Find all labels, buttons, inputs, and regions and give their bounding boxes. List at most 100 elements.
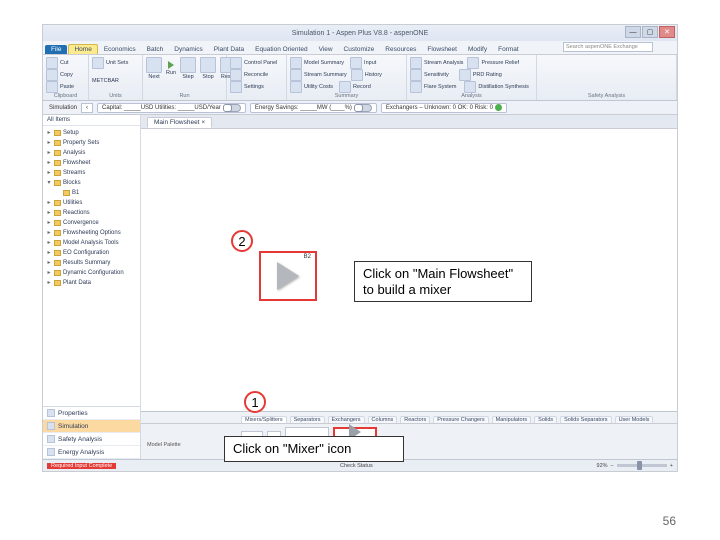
nav-energy-analysis[interactable]: Energy Analysis bbox=[43, 446, 140, 459]
tree-item-dynamic-configuration[interactable]: ▸Dynamic Configuration bbox=[43, 268, 140, 278]
copy-icon[interactable] bbox=[46, 69, 58, 81]
tab-eq-oriented[interactable]: Equation Oriented bbox=[250, 45, 312, 54]
next-button[interactable]: Next bbox=[146, 57, 162, 80]
search-exchange-input[interactable]: Search aspenONE Exchange bbox=[563, 42, 653, 52]
expand-icon[interactable]: ▸ bbox=[46, 128, 52, 138]
palette-tab-exchangers[interactable]: Exchangers bbox=[328, 416, 365, 423]
expand-icon[interactable]: ▸ bbox=[46, 158, 52, 168]
tree-item-flowsheeting-options[interactable]: ▸Flowsheeting Options bbox=[43, 228, 140, 238]
group-clipboard-caption: Clipboard bbox=[46, 93, 85, 99]
energy-pill[interactable]: Energy Savings: _____MW (____%) bbox=[250, 103, 377, 113]
paste-icon[interactable] bbox=[46, 81, 58, 93]
run-button[interactable]: Run bbox=[166, 61, 176, 76]
settings-icon[interactable] bbox=[230, 81, 242, 93]
control-panel-icon[interactable] bbox=[230, 57, 242, 69]
palette-tab-columns[interactable]: Columns bbox=[368, 416, 398, 423]
palette-tab-pressure-changers[interactable]: Pressure Changers bbox=[433, 416, 488, 423]
tree-item-eo-configuration[interactable]: ▸EO Configuration bbox=[43, 248, 140, 258]
tree-item-reactions[interactable]: ▸Reactions bbox=[43, 208, 140, 218]
expand-icon[interactable]: ▸ bbox=[46, 168, 52, 178]
expand-icon[interactable]: ▸ bbox=[46, 278, 52, 288]
energy-toggle[interactable] bbox=[354, 104, 372, 112]
annotation-flowsheet-block: B2 bbox=[259, 251, 317, 301]
tree-item-blocks[interactable]: ▾Blocks bbox=[43, 178, 140, 188]
expand-icon[interactable]: ▾ bbox=[46, 178, 52, 188]
tab-economics[interactable]: Economics bbox=[99, 45, 141, 54]
input-icon[interactable] bbox=[350, 57, 362, 69]
sensitivity-icon[interactable] bbox=[410, 69, 422, 81]
expand-icon[interactable]: ▸ bbox=[46, 138, 52, 148]
tab-dynamics[interactable]: Dynamics bbox=[169, 45, 208, 54]
nav-properties[interactable]: Properties bbox=[43, 407, 140, 420]
stream-summary-icon[interactable] bbox=[290, 69, 302, 81]
tab-resources[interactable]: Resources bbox=[380, 45, 421, 54]
palette-tab-separators[interactable]: Separators bbox=[290, 416, 325, 423]
unit-sets-icon[interactable] bbox=[92, 57, 104, 69]
step-button[interactable]: Step bbox=[180, 57, 196, 80]
palette-tab-solids[interactable]: Solids bbox=[534, 416, 557, 423]
tree-item-model-analysis-tools[interactable]: ▸Model Analysis Tools bbox=[43, 238, 140, 248]
reconcile-icon[interactable] bbox=[230, 69, 242, 81]
expand-icon[interactable]: ▸ bbox=[46, 268, 52, 278]
exchangers-pill[interactable]: Exchangers – Unknown: 0 OK: 0 Risk: 0 bbox=[381, 103, 507, 113]
nav-back-button[interactable]: ‹ bbox=[81, 103, 93, 113]
nav-simulation[interactable]: Simulation bbox=[43, 420, 140, 433]
utility-costs-icon[interactable] bbox=[290, 81, 302, 93]
tab-customize[interactable]: Customize bbox=[339, 45, 380, 54]
expand-icon[interactable]: ▸ bbox=[46, 238, 52, 248]
expand-icon[interactable]: ▸ bbox=[46, 258, 52, 268]
main-flowsheet-tab[interactable]: Main Flowsheet × bbox=[147, 117, 212, 128]
zoom-out-button[interactable]: − bbox=[611, 463, 614, 469]
expand-icon[interactable]: ▸ bbox=[46, 218, 52, 228]
tab-view[interactable]: View bbox=[314, 45, 338, 54]
cut-icon[interactable] bbox=[46, 57, 58, 69]
tree-item-flowsheet[interactable]: ▸Flowsheet bbox=[43, 158, 140, 168]
model-summary-icon[interactable] bbox=[290, 57, 302, 69]
tab-plant-data[interactable]: Plant Data bbox=[209, 45, 249, 54]
expand-icon[interactable]: ▸ bbox=[46, 148, 52, 158]
tree-item-setup[interactable]: ▸Setup bbox=[43, 128, 140, 138]
check-status-link[interactable]: Check Status bbox=[340, 463, 373, 469]
window-minimize-button[interactable]: — bbox=[625, 26, 641, 38]
window-maximize-button[interactable]: ▢ bbox=[642, 26, 658, 38]
tree-item-analysis[interactable]: ▸Analysis bbox=[43, 148, 140, 158]
tree-item-utilities[interactable]: ▸Utilities bbox=[43, 198, 140, 208]
folder-icon bbox=[54, 130, 61, 136]
palette-tab-solids-separators[interactable]: Solids Separators bbox=[560, 416, 611, 423]
ribbon: Cut Copy Paste Clipboard Unit Sets METCB… bbox=[43, 55, 677, 101]
tab-modify[interactable]: Modify bbox=[463, 45, 492, 54]
palette-tab-reactors[interactable]: Reactors bbox=[400, 416, 430, 423]
tree-item-streams[interactable]: ▸Streams bbox=[43, 168, 140, 178]
dist-synthesis-icon[interactable] bbox=[464, 81, 476, 93]
flare-system-icon[interactable] bbox=[410, 81, 422, 93]
nav-safety-analysis[interactable]: Safety Analysis bbox=[43, 433, 140, 446]
expand-icon[interactable]: ▸ bbox=[46, 248, 52, 258]
palette-tab-mixers-splitters[interactable]: Mixers/Splitters bbox=[241, 416, 287, 423]
record-icon[interactable] bbox=[339, 81, 351, 93]
expand-icon[interactable]: ▸ bbox=[46, 208, 52, 218]
tree-item-b1[interactable]: B1 bbox=[43, 188, 140, 198]
zoom-in-button[interactable]: + bbox=[670, 463, 673, 469]
palette-tab-manipulators[interactable]: Manipulators bbox=[492, 416, 532, 423]
tab-format[interactable]: Format bbox=[493, 45, 524, 54]
tab-flowsheet[interactable]: Flowsheet bbox=[422, 45, 462, 54]
capital-toggle[interactable] bbox=[223, 104, 241, 112]
tab-home[interactable]: Home bbox=[68, 44, 97, 54]
expand-icon[interactable]: ▸ bbox=[46, 228, 52, 238]
tab-batch[interactable]: Batch bbox=[142, 45, 169, 54]
tab-file[interactable]: File bbox=[45, 45, 67, 54]
capital-pill[interactable]: Capital: _____USD Utilities: _____USD/Ye… bbox=[97, 103, 246, 113]
pressure-relief-icon[interactable] bbox=[467, 57, 479, 69]
history-icon[interactable] bbox=[351, 69, 363, 81]
palette-tab-user-models[interactable]: User Models bbox=[615, 416, 654, 423]
expand-icon[interactable]: ▸ bbox=[46, 198, 52, 208]
prd-rating-icon[interactable] bbox=[459, 69, 471, 81]
stream-analysis-icon[interactable] bbox=[410, 57, 422, 69]
tree-item-property-sets[interactable]: ▸Property Sets bbox=[43, 138, 140, 148]
tree-item-convergence[interactable]: ▸Convergence bbox=[43, 218, 140, 228]
tree-item-plant-data[interactable]: ▸Plant Data bbox=[43, 278, 140, 288]
window-close-button[interactable]: ✕ bbox=[659, 26, 675, 38]
tree-item-results-summary[interactable]: ▸Results Summary bbox=[43, 258, 140, 268]
stop-button[interactable]: Stop bbox=[200, 57, 216, 80]
zoom-slider[interactable] bbox=[617, 464, 667, 467]
